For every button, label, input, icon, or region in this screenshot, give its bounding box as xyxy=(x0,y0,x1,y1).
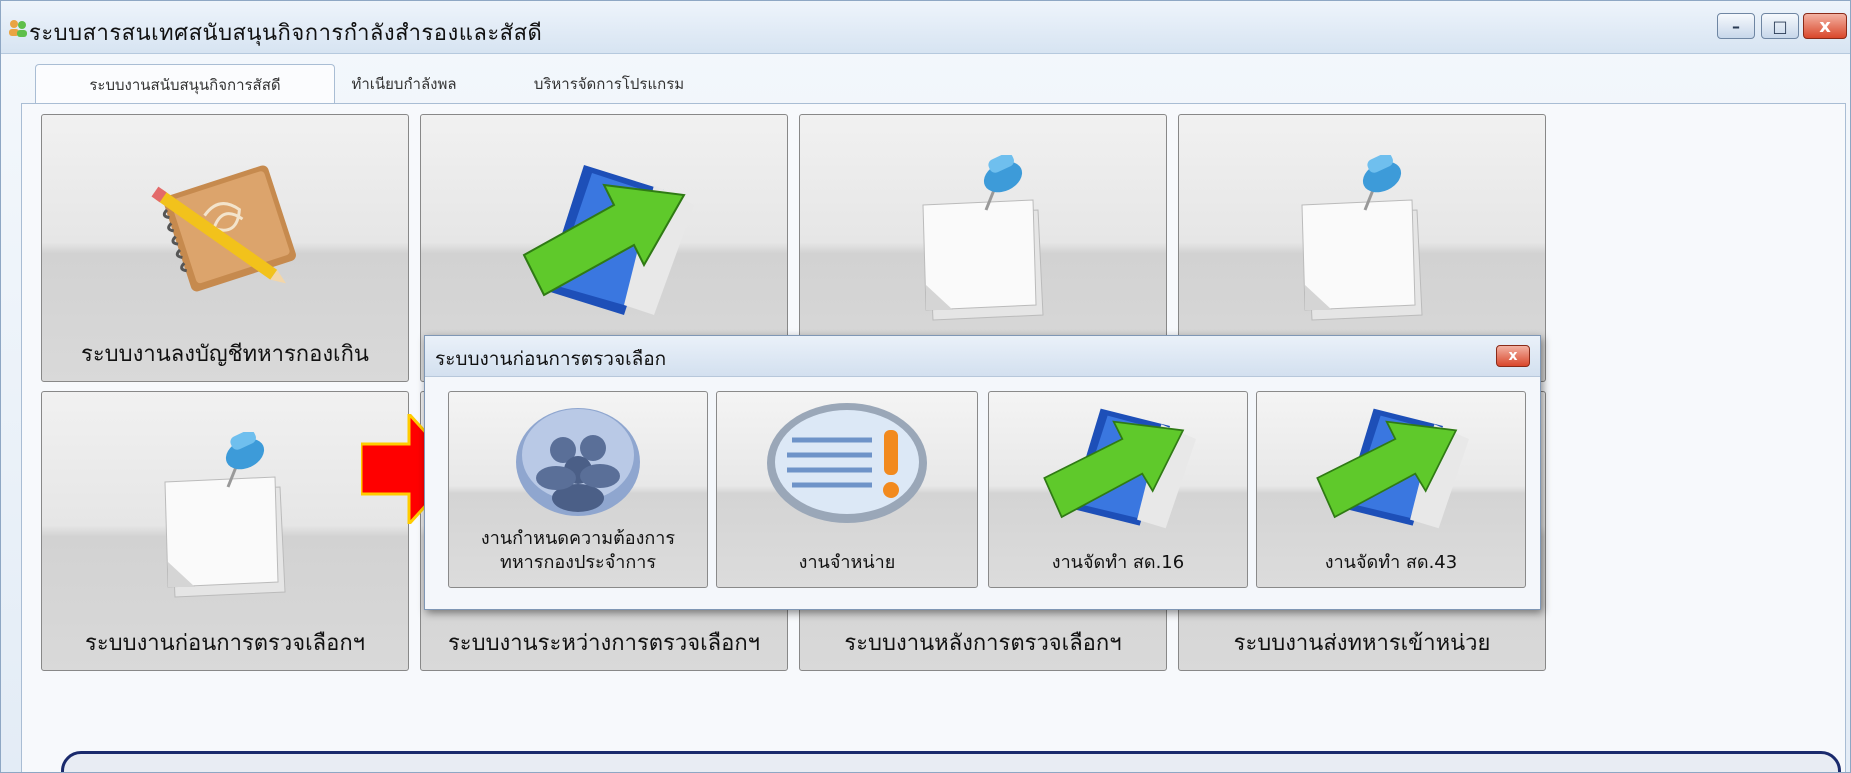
pre-selection-dialog: ระบบงานก่อนการตรวจเลือก x งานกำหนดความต้… xyxy=(424,335,1541,610)
dialog-title-bar: ระบบงานก่อนการตรวจเลือก x xyxy=(425,336,1540,377)
tab-support-system[interactable]: ระบบงานสนับสนุนกิจการสัสดี xyxy=(35,64,335,104)
maximize-icon: □ xyxy=(1772,16,1788,36)
book-arrow-icon xyxy=(1043,408,1196,529)
dialog-close-button[interactable]: x xyxy=(1496,345,1530,367)
dialog-item-disposal[interactable]: งานจำหน่าย xyxy=(716,391,978,588)
list-alert-icon xyxy=(767,403,927,523)
tile-conscription-registry[interactable]: ระบบงานลงบัญชีทหารกองเกิน xyxy=(41,114,409,382)
dialog-item-label: งานจำหน่าย xyxy=(798,552,896,573)
dialog-item-sd43[interactable]: งานจัดทำ สด.43 xyxy=(1256,391,1526,588)
pinned-note-icon xyxy=(922,155,1044,321)
close-button[interactable]: x xyxy=(1803,13,1847,39)
tab-program-management[interactable]: บริหารจัดการโปรแกรม xyxy=(499,64,719,104)
dialog-item-label: งานจัดทำ สด.16 xyxy=(1051,552,1185,573)
tile-label: ระบบงานลงบัญชีทหารกองเกิน xyxy=(81,342,369,367)
book-arrow-icon xyxy=(1316,408,1469,529)
bottom-callout-panel xyxy=(61,751,1841,772)
app-window: ระบบสารสนเทศสนับสนุนกิจการกำลังสำรองและส… xyxy=(0,0,1851,773)
window-title: ระบบสารสนเทศสนับสนุนกิจการกำลังสำรองและส… xyxy=(29,21,543,46)
app-users-icon xyxy=(9,20,27,37)
pinned-note-icon xyxy=(164,432,286,598)
dialog-item-label: งานจัดทำ สด.43 xyxy=(1324,552,1458,573)
title-bar: ระบบสารสนเทศสนับสนุนกิจการกำลังสำรองและส… xyxy=(1,1,1850,54)
tile-label: ระบบงานระหว่างการตรวจเลือกฯ xyxy=(447,631,760,656)
dialog-item-label-line2: ทหารกองประจำการ xyxy=(499,552,657,573)
pinned-note-icon xyxy=(1301,155,1423,321)
tile-label: ระบบงานส่งทหารเข้าหน่วย xyxy=(1233,631,1491,656)
tile-label: ระบบงานหลังการตรวจเลือกฯ xyxy=(844,631,1122,656)
tile-label: ระบบงานก่อนการตรวจเลือกฯ xyxy=(85,631,365,656)
book-arrow-icon xyxy=(522,165,694,315)
minimize-icon: – xyxy=(1732,16,1740,36)
tab-personnel-directory[interactable]: ทำเนียบกำลังพล xyxy=(319,64,489,104)
users-icon xyxy=(516,408,640,516)
dialog-item-label-line1: งานกำหนดความต้องการ xyxy=(480,528,676,549)
dialog-item-label: งานกำหนดความต้องการ ทหารกองประจำการ xyxy=(449,527,707,575)
notebook-pencil-icon xyxy=(151,165,296,292)
close-icon: x xyxy=(1819,15,1831,37)
tile-pre-selection[interactable]: ระบบงานก่อนการตรวจเลือกฯ xyxy=(41,391,409,671)
dialog-title: ระบบงานก่อนการตรวจเลือก xyxy=(435,348,667,370)
maximize-button[interactable]: □ xyxy=(1761,13,1799,39)
dialog-item-requirement[interactable]: งานกำหนดความต้องการ ทหารกองประจำการ xyxy=(448,391,708,588)
minimize-button[interactable]: – xyxy=(1717,13,1755,39)
dialog-item-sd16[interactable]: งานจัดทำ สด.16 xyxy=(988,391,1248,588)
